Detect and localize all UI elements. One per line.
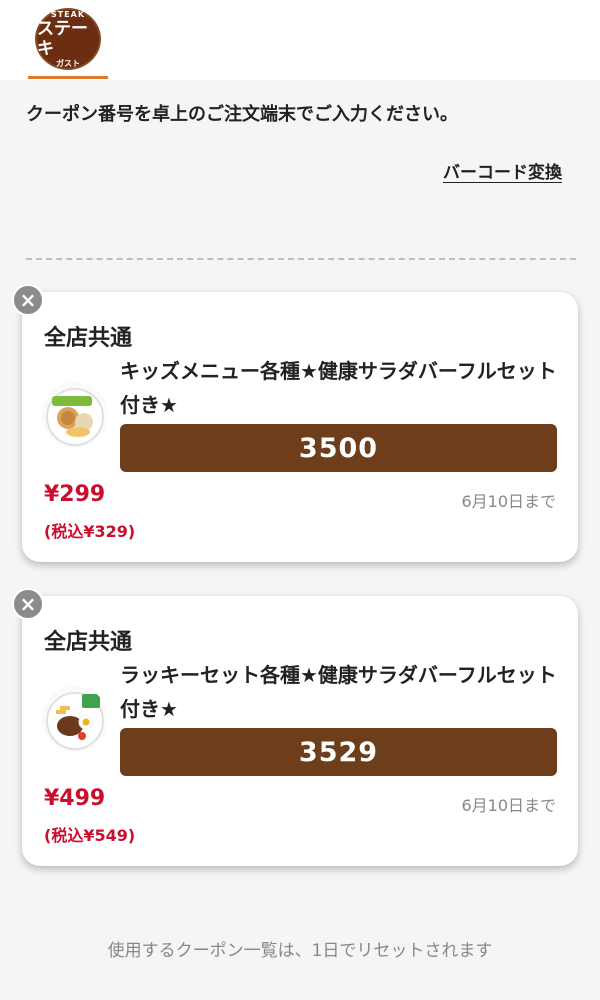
coupon-code: 3529 — [120, 728, 557, 776]
coupon-card: × 全店共通 ラッキーセット各種★健康サラダバーフルセット付き★ 3529 ¥4… — [12, 588, 578, 866]
coupon-item-name: ラッキーセット各種★健康サラダバーフルセット付き★ — [120, 663, 557, 721]
coupon-store-tag: 全店共通 — [44, 326, 133, 351]
coupon-instruction: クーポン番号を卓上のご注文端末でご入力ください。 — [26, 104, 458, 125]
logo-main-text: ステーキ — [37, 18, 88, 59]
coupon-card: × 全店共通 キッズメニュー各種★健康サラダバーフルセット付き★ 3500 ¥2… — [12, 284, 578, 562]
logo-top-text: STEAK — [50, 9, 86, 19]
kids-plate-icon — [42, 382, 108, 448]
coupon-store-tag: 全店共通 — [44, 630, 133, 655]
coupon-tax-price: (税込¥549) — [44, 826, 136, 845]
logo-sub-text: ガスト — [56, 58, 80, 68]
coupon-price: ¥299 — [44, 482, 106, 507]
coupon-expiry: 6月10日まで — [461, 796, 556, 815]
close-icon[interactable]: × — [12, 588, 44, 620]
coupon-tax-price: (税込¥329) — [44, 522, 136, 541]
steak-gusto-logo[interactable]: STEAK ステーキ ガスト — [35, 8, 101, 70]
app-header: STEAK ステーキ ガスト — [0, 0, 600, 80]
dashed-divider — [26, 258, 576, 260]
coupon-item-name: キッズメニュー各種★健康サラダバーフルセット付き★ — [120, 359, 557, 417]
reset-note: 使用するクーポン一覧は、1日でリセットされます — [107, 941, 493, 961]
coupon-expiry: 6月10日まで — [461, 492, 556, 511]
coupon-code: 3500 — [120, 424, 557, 472]
hamburg-plate-icon — [42, 686, 108, 752]
active-tab-indicator — [28, 76, 108, 79]
barcode-convert-link[interactable]: バーコード変換 — [443, 158, 562, 183]
close-icon[interactable]: × — [12, 284, 44, 316]
coupon-price: ¥499 — [44, 786, 106, 811]
